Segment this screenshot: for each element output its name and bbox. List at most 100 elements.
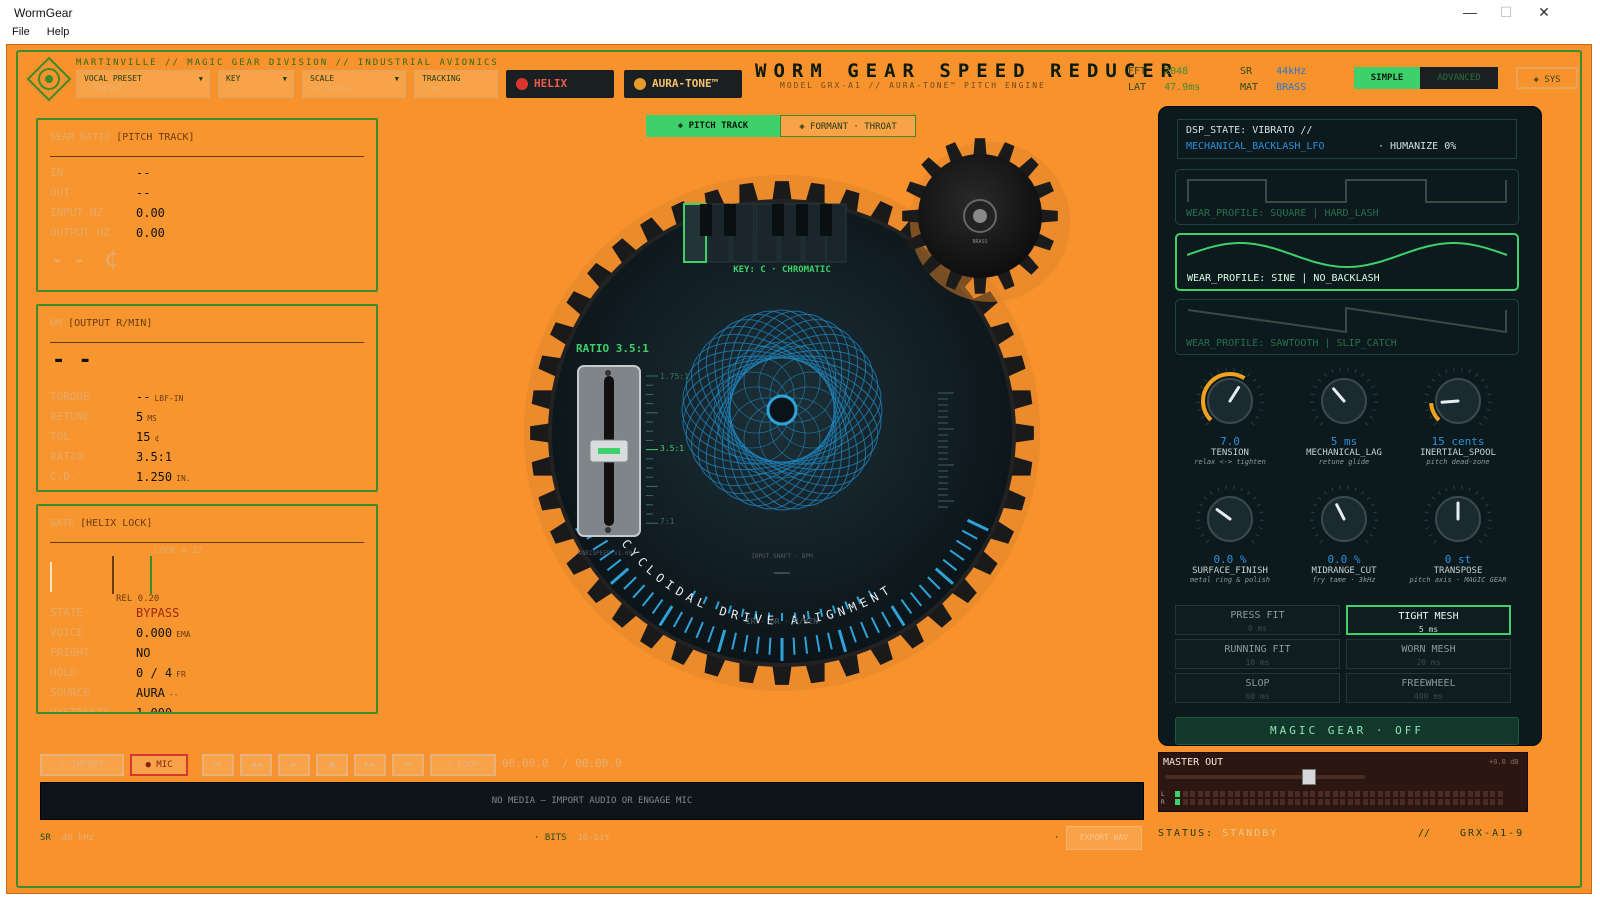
knob-tick: [1197, 409, 1202, 412]
knob-transpose[interactable]: 0 st TRANSPOSE pitch axis · MAGIC GEAR: [1403, 483, 1513, 584]
tracking-field[interactable]: TRACKING 5 ms: [414, 70, 498, 98]
gate-row-source: SOURCE AURA --: [38, 686, 376, 706]
knob-surface-finish[interactable]: 0.0 % SURFACE_FINISH metal ring & polish: [1175, 483, 1285, 584]
wave-sine-option[interactable]: WEAR_PROFILE: SINE | NO_BACKLASH: [1175, 233, 1519, 291]
row-key: IN: [50, 166, 64, 179]
knob-inertial-spool[interactable]: 15 cents INERTIAL_SPOOL pitch dead-zone: [1403, 365, 1513, 466]
side-meter-cell: [938, 458, 948, 460]
knob-tick: [1203, 378, 1208, 382]
skip-forward-button[interactable]: ⏭: [392, 754, 424, 776]
rel-threshold-line: [112, 556, 114, 594]
lat-stat: LAT 47.9ms: [1128, 82, 1200, 93]
knob-tension[interactable]: 7.0 TENSION relax <-> tighten: [1175, 365, 1285, 466]
knob-tick: [1483, 415, 1488, 419]
meter-cell: [1347, 799, 1353, 805]
window-title: WormGear: [14, 6, 73, 20]
import-button[interactable]: ⇪ IMPORT: [40, 754, 124, 776]
knob-dial-icon: [1310, 367, 1378, 426]
master-slider-track[interactable]: [1165, 775, 1365, 779]
mic-button[interactable]: ● MIC: [130, 754, 188, 776]
knob-tick: [1361, 373, 1365, 377]
meter-cell: [1452, 799, 1458, 805]
meter-cell: [1197, 799, 1203, 805]
knob-tick: [1372, 527, 1377, 530]
loop-button[interactable]: ↻ LOOP: [430, 754, 496, 776]
vocal-preset-select[interactable]: VOCAL PRESET - PRESET - ▼: [76, 70, 210, 98]
minimize-icon[interactable]: —: [1452, 0, 1488, 26]
row-unit: LBF-IN: [154, 394, 184, 403]
fit-sub: 400 ms: [1414, 692, 1443, 701]
knob-tick: [1203, 496, 1208, 500]
knob-sub: fry tame · 3kHz: [1312, 576, 1376, 584]
master-db-label: +0.0 dB: [1489, 758, 1519, 766]
fit-name: RUNNING FIT: [1224, 644, 1291, 655]
meter-cell: [1467, 791, 1473, 797]
row-unit: FR: [176, 670, 186, 679]
export-button[interactable]: EXPORT WAV: [1066, 826, 1142, 850]
row-key: FRIGHT: [50, 646, 90, 659]
magic-gear-button[interactable]: MAGIC GEAR · OFF: [1175, 717, 1519, 745]
knob-dial-icon: [1196, 485, 1264, 544]
fader-tick-top: 1.75:1: [660, 372, 689, 381]
side-meter-cell: [938, 398, 948, 400]
meter-cell: [1190, 799, 1195, 805]
advanced-mode-button[interactable]: ADVANCED: [1420, 67, 1498, 89]
meter-cell: [1280, 799, 1285, 805]
key-select[interactable]: KEY C ▼: [218, 70, 294, 98]
knob-midrange-cut[interactable]: 0.0 % MIDRANGE_CUT fry tame · 3kHz: [1289, 483, 1399, 584]
vocal-preset-label: VOCAL PRESET: [84, 74, 142, 83]
waveform-area[interactable]: NO MEDIA — IMPORT AUDIO OR ENGAGE MIC: [40, 782, 1144, 820]
meter-cell: [1287, 791, 1293, 797]
scale-select[interactable]: SCALE Chromatic ▼: [302, 70, 406, 98]
row-key: RETUNE: [50, 410, 90, 423]
om-row-torque: TORQUE -- LBF-IN: [38, 390, 378, 410]
meter-cell: [1482, 799, 1488, 805]
fit-worn-mesh-button[interactable]: WORN MESH 20 ms: [1346, 639, 1511, 669]
maximize-icon[interactable]: ☐: [1488, 0, 1524, 26]
meter-cell: [1220, 791, 1225, 797]
master-slider-handle[interactable]: [1302, 769, 1316, 785]
fit-tight-mesh-button[interactable]: TIGHT MESH 5 ms: [1346, 605, 1511, 635]
knob-tick: [1217, 487, 1220, 492]
fit-running-fit-button[interactable]: RUNNING FIT 10 ms: [1175, 639, 1340, 669]
wave-square-option[interactable]: WEAR_PROFILE: SQUARE | HARD_LASH: [1175, 169, 1519, 225]
auratone-button[interactable]: AURA-TONE™: [624, 70, 742, 98]
fit-press-fit-button[interactable]: PRESS FIT 0 ms: [1175, 605, 1340, 635]
forward-button[interactable]: ▶▶: [354, 754, 386, 776]
fft-value: 2048: [1164, 66, 1189, 77]
play-button[interactable]: ▶: [278, 754, 310, 776]
knob-tick: [1424, 511, 1429, 514]
knob-mechanical-lag[interactable]: 5 ms MECHANICAL_LAG retune glide: [1289, 365, 1399, 466]
helix-button[interactable]: HELIX: [506, 70, 614, 98]
stop-button[interactable]: ■: [316, 754, 348, 776]
meter-cell: [1242, 799, 1248, 805]
knob-tick: [1433, 539, 1438, 544]
wave-sawtooth-label: WEAR_PROFILE: SAWTOOTH | SLIP_CATCH: [1186, 338, 1397, 349]
meter-cell: [1407, 791, 1413, 797]
sys-button[interactable]: ◈ SYS: [1516, 67, 1578, 89]
knob-tick: [1427, 385, 1432, 389]
wave-sawtooth-option[interactable]: WEAR_PROFILE: SAWTOOTH | SLIP_CATCH: [1175, 299, 1519, 355]
fader-screw: [605, 370, 611, 376]
fit-freewheel-button[interactable]: FREEWHEEL 400 ms: [1346, 673, 1511, 703]
menu-file[interactable]: File: [12, 26, 30, 38]
menu-help[interactable]: Help: [47, 26, 70, 38]
simple-mode-button[interactable]: SIMPLE: [1354, 67, 1420, 89]
rewind-button[interactable]: ◀◀: [240, 754, 272, 776]
status-label: STATUS:: [1158, 828, 1215, 839]
row-key: TOL: [50, 430, 70, 443]
knob-tick: [1478, 421, 1483, 426]
fit-slop-button[interactable]: SLOP 60 ms: [1175, 673, 1340, 703]
meter-cell: [1460, 791, 1465, 797]
knob-tick: [1255, 415, 1260, 419]
knob-tick: [1425, 409, 1430, 412]
close-icon[interactable]: ✕: [1526, 0, 1562, 26]
meter-cell: [1190, 791, 1195, 797]
row-value: 1.000: [136, 706, 173, 714]
knob-dial-icon: [1310, 485, 1378, 544]
square-wave-icon: [1187, 179, 1507, 203]
meter-cell: [1415, 799, 1420, 805]
skip-back-button[interactable]: ⏮: [202, 754, 234, 776]
scale-label: SCALE: [310, 74, 335, 83]
knob-name: MIDRANGE_CUT: [1311, 566, 1377, 576]
